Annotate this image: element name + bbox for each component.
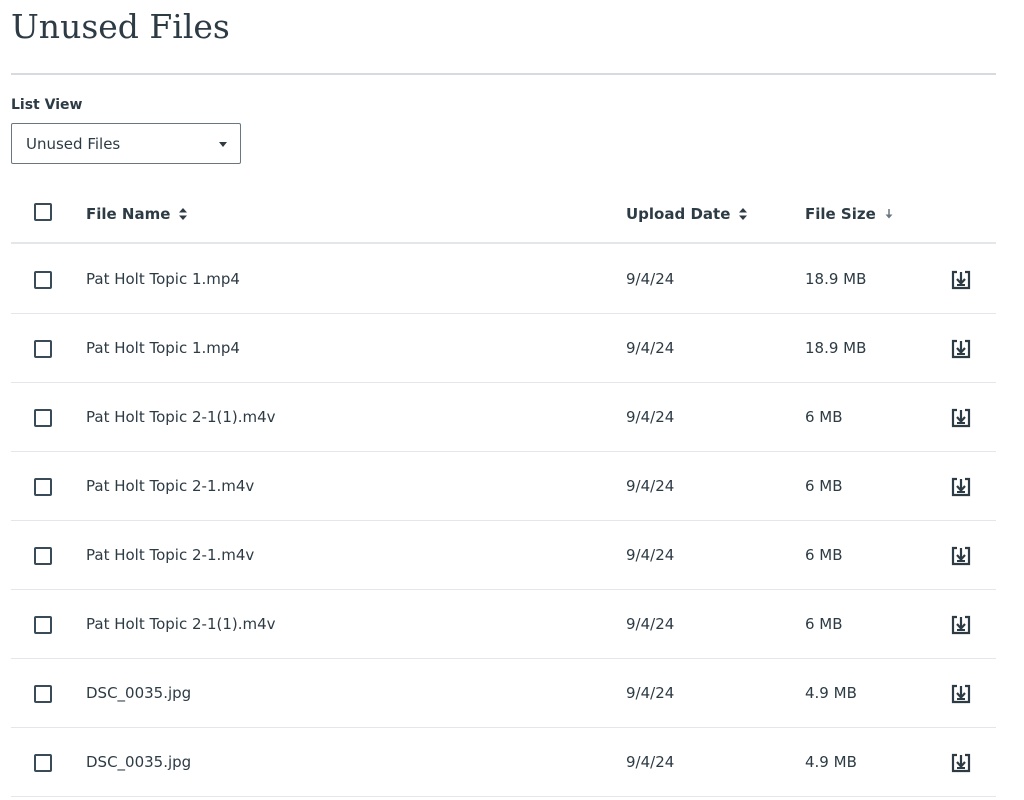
download-icon[interactable] xyxy=(950,269,972,291)
file-name-cell[interactable]: DSC_0035.jpg xyxy=(86,752,191,772)
download-icon[interactable] xyxy=(950,752,972,774)
file-name-cell[interactable]: Pat Holt Topic 1.mp4 xyxy=(86,269,240,289)
row-checkbox[interactable] xyxy=(34,616,52,634)
download-icon[interactable] xyxy=(950,407,972,429)
page-title: Unused Files xyxy=(11,7,230,46)
column-header-label: File Size xyxy=(805,205,876,223)
table-row: Pat Holt Topic 1.mp4 9/4/24 18.9 MB xyxy=(11,245,996,314)
download-icon[interactable] xyxy=(950,476,972,498)
row-checkbox[interactable] xyxy=(34,409,52,427)
upload-date-cell: 9/4/24 xyxy=(626,615,675,633)
sort-updown-icon xyxy=(178,207,188,221)
row-checkbox[interactable] xyxy=(34,547,52,565)
row-checkbox[interactable] xyxy=(34,340,52,358)
download-icon[interactable] xyxy=(950,545,972,567)
row-checkbox[interactable] xyxy=(34,478,52,496)
table-header: File Name Upload Date File Size xyxy=(11,190,996,244)
select-all-checkbox[interactable] xyxy=(34,203,52,221)
row-checkbox[interactable] xyxy=(34,685,52,703)
file-name-cell[interactable]: Pat Holt Topic 1.mp4 xyxy=(86,338,240,358)
upload-date-cell: 9/4/24 xyxy=(626,477,675,495)
file-size-cell: 4.9 MB xyxy=(805,684,857,702)
file-size-cell: 6 MB xyxy=(805,546,843,564)
file-size-cell: 6 MB xyxy=(805,408,843,426)
list-view-select-value: Unused Files xyxy=(26,135,121,153)
list-view-label: List View xyxy=(11,97,83,113)
file-size-cell: 6 MB xyxy=(805,477,843,495)
column-header-file-size[interactable]: File Size xyxy=(805,204,894,224)
download-icon[interactable] xyxy=(950,683,972,705)
table-row: Pat Holt Topic 2-1(1).m4v 9/4/24 6 MB xyxy=(11,590,996,659)
upload-date-cell: 9/4/24 xyxy=(626,270,675,288)
row-checkbox[interactable] xyxy=(34,754,52,772)
file-name-cell[interactable]: Pat Holt Topic 2-1.m4v xyxy=(86,545,254,565)
upload-date-cell: 9/4/24 xyxy=(626,753,675,771)
file-size-cell: 6 MB xyxy=(805,615,843,633)
file-name-cell[interactable]: DSC_0035.jpg xyxy=(86,683,191,703)
table-row: Pat Holt Topic 2-1.m4v 9/4/24 6 MB xyxy=(11,521,996,590)
column-header-label: File Name xyxy=(86,205,171,223)
column-header-upload-date[interactable]: Upload Date xyxy=(626,204,748,224)
table-row: DSC_0035.jpg 9/4/24 4.9 MB xyxy=(11,659,996,728)
sort-descending-icon xyxy=(884,208,894,220)
row-checkbox[interactable] xyxy=(34,271,52,289)
column-header-file-name[interactable]: File Name xyxy=(86,204,188,224)
upload-date-cell: 9/4/24 xyxy=(626,546,675,564)
download-icon[interactable] xyxy=(950,614,972,636)
sort-updown-icon xyxy=(738,207,748,221)
upload-date-cell: 9/4/24 xyxy=(626,339,675,357)
download-icon[interactable] xyxy=(950,338,972,360)
column-header-label: Upload Date xyxy=(626,205,731,223)
file-name-cell[interactable]: Pat Holt Topic 2-1(1).m4v xyxy=(86,407,276,427)
table-row: Pat Holt Topic 2-1.m4v 9/4/24 6 MB xyxy=(11,452,996,521)
upload-date-cell: 9/4/24 xyxy=(626,684,675,702)
table-row: Pat Holt Topic 2-1(1).m4v 9/4/24 6 MB xyxy=(11,383,996,452)
title-divider xyxy=(11,73,996,75)
file-size-cell: 4.9 MB xyxy=(805,753,857,771)
file-name-cell[interactable]: Pat Holt Topic 2-1(1).m4v xyxy=(86,614,276,634)
caret-down-icon xyxy=(219,142,227,147)
upload-date-cell: 9/4/24 xyxy=(626,408,675,426)
table-row: Pat Holt Topic 1.mp4 9/4/24 18.9 MB xyxy=(11,314,996,383)
list-view-select[interactable]: Unused Files xyxy=(11,123,241,164)
table-row: DSC_0035.jpg 9/4/24 4.9 MB xyxy=(11,728,996,797)
file-name-cell[interactable]: Pat Holt Topic 2-1.m4v xyxy=(86,476,254,496)
file-size-cell: 18.9 MB xyxy=(805,339,867,357)
file-size-cell: 18.9 MB xyxy=(805,270,867,288)
